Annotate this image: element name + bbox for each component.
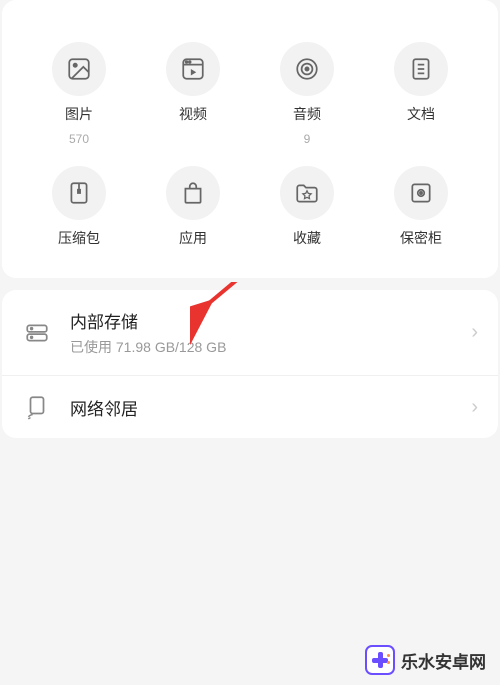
network-title: 网络邻居 xyxy=(70,395,471,420)
video-icon xyxy=(166,42,220,96)
internal-storage-item[interactable]: 内部存储 已使用 71.98 GB/128 GB › xyxy=(2,290,498,376)
watermark-text: 乐水安卓网 xyxy=(401,648,486,673)
category-label: 视频 xyxy=(179,104,207,124)
category-label: 应用 xyxy=(179,228,207,248)
chevron-right-icon: › xyxy=(471,321,478,344)
search-bar[interactable] xyxy=(22,0,478,12)
image-icon xyxy=(52,42,106,96)
storage-icon xyxy=(22,320,52,346)
category-label: 图片 xyxy=(65,104,93,124)
storage-list: 内部存储 已使用 71.98 GB/128 GB › 网络邻居 › xyxy=(2,290,498,438)
category-label: 保密柜 xyxy=(400,228,442,248)
document-icon xyxy=(394,42,448,96)
category-app[interactable]: 应用 xyxy=(136,166,250,248)
category-count: 570 xyxy=(69,132,89,146)
category-label: 压缩包 xyxy=(58,228,100,248)
category-video[interactable]: 视频 xyxy=(136,42,250,146)
category-label: 音频 xyxy=(293,104,321,124)
category-label: 文档 xyxy=(407,104,435,124)
network-neighbor-item[interactable]: 网络邻居 › xyxy=(2,376,498,438)
category-count: 9 xyxy=(304,132,311,146)
storage-subtitle: 已使用 71.98 GB/128 GB xyxy=(70,337,471,357)
category-grid: 图片 570 视频 音频 9 文档 xyxy=(2,42,498,278)
category-audio[interactable]: 音频 9 xyxy=(250,42,364,146)
category-archive[interactable]: 压缩包 xyxy=(22,166,136,248)
archive-icon xyxy=(52,166,106,220)
watermark: 乐水安卓网 xyxy=(365,645,486,675)
category-label: 收藏 xyxy=(293,228,321,248)
audio-icon xyxy=(280,42,334,96)
category-images[interactable]: 图片 570 xyxy=(22,42,136,146)
category-document[interactable]: 文档 xyxy=(364,42,478,146)
category-safe[interactable]: 保密柜 xyxy=(364,166,478,248)
chevron-right-icon: › xyxy=(471,396,478,419)
network-icon xyxy=(22,394,52,420)
app-icon xyxy=(166,166,220,220)
category-favorite[interactable]: 收藏 xyxy=(250,166,364,248)
watermark-logo-icon xyxy=(365,645,395,675)
storage-title: 内部存储 xyxy=(70,308,471,333)
favorite-icon xyxy=(280,166,334,220)
safe-icon xyxy=(394,166,448,220)
